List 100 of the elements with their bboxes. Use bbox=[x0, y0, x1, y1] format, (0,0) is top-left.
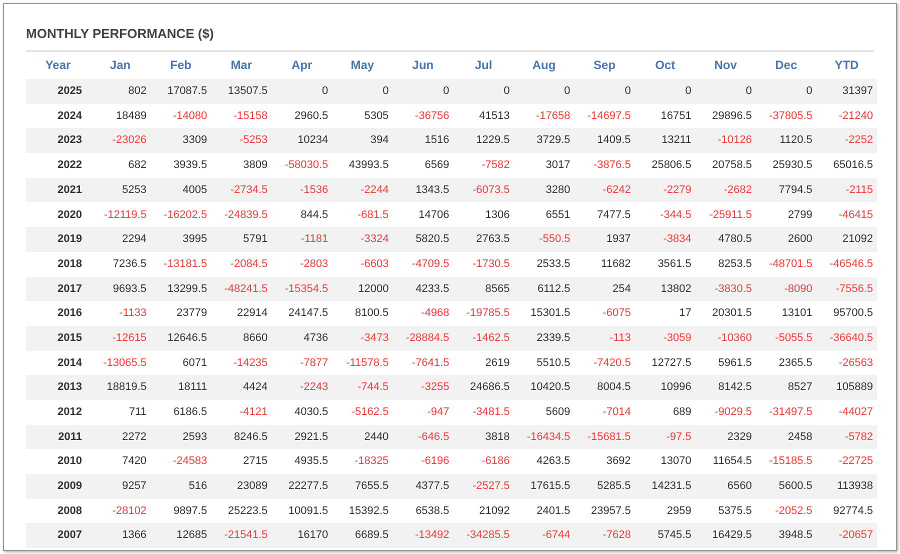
value-cell: 6071 bbox=[182, 356, 208, 369]
year-cell: 2024 bbox=[58, 110, 82, 122]
year-cell: 2010 bbox=[58, 455, 82, 468]
year-cell: 2007 bbox=[58, 529, 82, 542]
value-cell: 20301.5 bbox=[712, 307, 752, 320]
value-cell: -2527.5 bbox=[472, 480, 510, 492]
value-cell: -18325 bbox=[354, 455, 389, 468]
column-header: YTD bbox=[834, 58, 859, 72]
value-cell: 254 bbox=[612, 282, 631, 295]
value-cell: 2921.5 bbox=[294, 430, 328, 443]
value-cell: 7794.5 bbox=[778, 184, 812, 196]
value-cell: -1730.5 bbox=[472, 258, 510, 270]
value-cell: -2244 bbox=[360, 184, 389, 196]
value-cell: 16751 bbox=[660, 110, 692, 122]
value-cell: 7655.5 bbox=[355, 480, 389, 492]
value-cell: 1306 bbox=[485, 208, 510, 221]
column-header: Jul bbox=[474, 58, 492, 72]
value-cell: 0 bbox=[322, 85, 328, 98]
value-cell: -12615 bbox=[112, 332, 147, 344]
column-header: Nov bbox=[714, 58, 737, 72]
value-cell: -3830.5 bbox=[714, 282, 752, 295]
value-cell: 0 bbox=[564, 85, 570, 98]
value-cell: -6242 bbox=[602, 184, 631, 196]
value-cell: -7582 bbox=[482, 159, 510, 172]
value-cell: -21541.5 bbox=[224, 529, 268, 542]
value-cell: -1181 bbox=[300, 233, 328, 246]
value-cell: -6075 bbox=[602, 307, 631, 320]
value-cell: 25806.5 bbox=[652, 159, 692, 172]
value-cell: 5791 bbox=[243, 233, 268, 246]
section-title: MONTHLY PERFORMANCE ($) bbox=[26, 26, 214, 41]
value-cell: 8527 bbox=[788, 381, 812, 394]
value-cell: -13065.5 bbox=[103, 356, 147, 369]
value-cell: 23089 bbox=[237, 480, 268, 492]
value-cell: 4780.5 bbox=[718, 233, 752, 246]
value-cell: -3834 bbox=[663, 233, 692, 246]
value-cell: 6569 bbox=[424, 159, 450, 172]
value-cell: 105889 bbox=[836, 381, 873, 394]
value-cell: 2960.5 bbox=[294, 110, 328, 122]
value-cell: 5745.5 bbox=[658, 529, 692, 542]
year-cell: 2018 bbox=[58, 258, 82, 270]
value-cell: 516 bbox=[188, 480, 208, 492]
value-cell: 2715 bbox=[243, 455, 268, 468]
value-cell: 844.5 bbox=[300, 208, 328, 221]
value-cell: 2272 bbox=[122, 430, 147, 443]
value-cell: -947 bbox=[427, 406, 450, 418]
value-cell: 6551 bbox=[546, 208, 570, 221]
year-cell: 2008 bbox=[58, 504, 82, 517]
value-cell: 2600 bbox=[788, 233, 812, 246]
value-cell: -6186 bbox=[482, 455, 510, 468]
value-cell: -6196 bbox=[421, 455, 450, 468]
value-cell: -37805.5 bbox=[768, 110, 812, 122]
value-cell: -4121 bbox=[239, 406, 268, 418]
value-cell: -4709.5 bbox=[412, 258, 450, 270]
value-cell: -15354.5 bbox=[284, 282, 328, 295]
value-cell: -744.5 bbox=[357, 381, 389, 394]
value-cell: -22725 bbox=[838, 455, 873, 468]
value-cell: -46415 bbox=[838, 208, 873, 221]
value-cell: 7420 bbox=[122, 455, 147, 468]
value-cell: 4263.5 bbox=[536, 455, 570, 468]
value-cell: 2365.5 bbox=[778, 356, 812, 369]
value-cell: 7477.5 bbox=[597, 208, 631, 221]
value-cell: -10360 bbox=[718, 332, 752, 344]
column-header: Apr bbox=[292, 58, 312, 72]
value-cell: 113938 bbox=[837, 480, 873, 492]
value-cell: -28884.5 bbox=[406, 332, 450, 344]
value-cell: 10091.5 bbox=[288, 504, 328, 517]
value-cell: -8090 bbox=[784, 282, 812, 295]
value-cell: 6112.5 bbox=[537, 282, 570, 295]
value-cell: 13211 bbox=[662, 134, 692, 146]
value-cell: -3324 bbox=[360, 233, 389, 246]
value-cell: 11654.5 bbox=[712, 455, 752, 468]
value-cell: -36756 bbox=[414, 110, 450, 122]
value-cell: 25223.5 bbox=[228, 504, 268, 517]
year-cell: 2017 bbox=[58, 282, 82, 295]
value-cell: -13492 bbox=[414, 529, 450, 542]
value-cell: -24839.5 bbox=[224, 208, 268, 221]
value-cell: 13507.5 bbox=[228, 85, 268, 98]
value-cell: 5600.5 bbox=[778, 480, 812, 492]
column-header: Oct bbox=[655, 58, 676, 72]
value-cell: 3280 bbox=[546, 184, 570, 196]
value-cell: 4424 bbox=[243, 381, 268, 394]
value-cell: 4005 bbox=[182, 184, 208, 196]
value-cell: 14706 bbox=[418, 208, 450, 221]
value-cell: -28102 bbox=[112, 504, 147, 517]
value-cell: 2593 bbox=[182, 430, 208, 443]
value-cell: 41513 bbox=[479, 110, 510, 122]
value-cell: 5285.5 bbox=[597, 480, 631, 492]
value-cell: 0 bbox=[504, 85, 510, 98]
value-cell: 2339.5 bbox=[536, 332, 570, 344]
value-cell: 2458 bbox=[788, 430, 812, 443]
value-cell: 9693.5 bbox=[112, 282, 147, 295]
value-cell: 21092 bbox=[479, 504, 510, 517]
value-cell: 10996 bbox=[660, 381, 692, 394]
value-cell: -1462.5 bbox=[472, 332, 510, 344]
value-cell: 1120.5 bbox=[780, 134, 812, 146]
value-cell: 8253.5 bbox=[718, 258, 752, 270]
value-cell: -36640.5 bbox=[830, 332, 873, 344]
value-cell: 13299.5 bbox=[167, 282, 208, 295]
value-cell: -550.5 bbox=[539, 233, 570, 246]
value-cell: -26563 bbox=[838, 356, 873, 369]
